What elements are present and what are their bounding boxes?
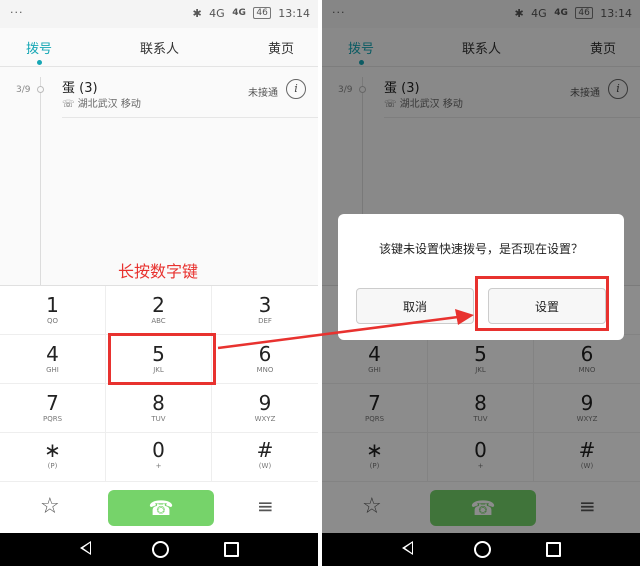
- status-indicators: ✱ 4G 4G 46 13:14: [188, 6, 310, 20]
- key-4[interactable]: 4 GHI: [0, 335, 106, 384]
- key-6[interactable]: 6 MNO: [212, 335, 318, 384]
- highlight-key-5: [108, 333, 216, 385]
- key-digit: 2: [152, 293, 165, 317]
- key-0[interactable]: 0 +: [106, 433, 212, 482]
- key-letters: QO: [46, 317, 59, 325]
- key-digit: 1: [46, 293, 59, 317]
- timeline-node: [37, 86, 44, 93]
- key-letters: +: [155, 462, 162, 470]
- tab-contacts[interactable]: 联系人: [140, 38, 179, 57]
- dialog-message: 该键未设置快速拨号，是否现在设置？: [378, 242, 583, 256]
- key-letters: TUV: [151, 415, 166, 423]
- home-icon[interactable]: [474, 541, 491, 558]
- call-date: 3/9: [16, 85, 31, 95]
- missed-call-icon: ☏: [62, 99, 78, 110]
- signal-icon: 4G: [232, 7, 246, 18]
- key-digit: 4: [46, 342, 59, 366]
- key-digit: 3: [258, 293, 272, 317]
- phone-screen-left: ··· ✱ 4G 4G 46 13:14 拨号 联系人 黄页 3/9 蛋 (3)…: [0, 0, 318, 566]
- key-digit: 8: [152, 391, 165, 415]
- key-digit: 0: [152, 438, 165, 462]
- highlight-set-button: [475, 276, 609, 331]
- key-1[interactable]: 1QO: [0, 286, 106, 335]
- key-digit: 9: [258, 391, 272, 415]
- bluetooth-icon: ✱: [192, 6, 202, 20]
- key-letters: ABC: [151, 317, 166, 325]
- call-log-entry[interactable]: 蛋 (3) ☏ 湖北武汉 移动 未接通 i: [62, 75, 312, 115]
- tab-yellow-pages[interactable]: 黄页: [268, 38, 294, 57]
- menu-icon[interactable]: ≡: [257, 494, 274, 518]
- back-icon[interactable]: [402, 541, 413, 555]
- system-navbar: [322, 533, 640, 566]
- key-7[interactable]: 7 PQRS: [0, 384, 106, 433]
- info-icon[interactable]: i: [286, 79, 306, 99]
- call-button[interactable]: ☎: [108, 490, 214, 526]
- clock: 13:14: [278, 6, 310, 20]
- divider: [62, 117, 318, 118]
- call-log: 3/9 蛋 (3) ☏ 湖北武汉 移动 未接通 i: [0, 67, 318, 285]
- key-8[interactable]: 8 TUV: [106, 384, 212, 433]
- key-digit: #: [256, 438, 274, 462]
- phone-screen-right: ··· ✱ 4G 4G 46 13:14 拨号 联系人 黄页 3/9 蛋 (3)…: [322, 0, 640, 566]
- key-letters: PQRS: [42, 415, 63, 423]
- key-letters: GHI: [46, 366, 59, 374]
- system-navbar: [0, 533, 318, 566]
- caller-location: ☏ 湖北武汉 移动: [62, 95, 141, 110]
- tab-dial-label: 拨号: [26, 42, 53, 57]
- key-letters: DEF: [258, 317, 272, 325]
- cancel-button[interactable]: 取消: [356, 288, 474, 324]
- caller-name: 蛋 (3): [62, 81, 98, 96]
- key-letters: (P): [47, 462, 58, 470]
- annotation-long-press: 长按数字键: [118, 262, 199, 281]
- recent-apps-icon[interactable]: [546, 542, 561, 557]
- key-digit: 7: [46, 391, 59, 415]
- key-star[interactable]: ∗ (P): [0, 433, 106, 482]
- key-2[interactable]: 2ABC: [106, 286, 212, 335]
- battery-icon: 46: [253, 7, 271, 19]
- recent-apps-icon[interactable]: [224, 542, 239, 557]
- key-9[interactable]: 9 WXYZ: [212, 384, 318, 433]
- key-hash[interactable]: # (W): [212, 433, 318, 482]
- favorites-star-icon[interactable]: ☆: [40, 494, 60, 519]
- key-3[interactable]: 3DEF: [212, 286, 318, 335]
- tab-bar: 拨号 联系人 黄页: [0, 28, 318, 67]
- timeline-line: [40, 77, 41, 285]
- key-letters: MNO: [256, 366, 274, 374]
- notification-dots: ···: [10, 6, 24, 19]
- action-bar: ☆ ☎ ≡: [0, 481, 318, 534]
- key-digit: ∗: [44, 438, 61, 462]
- back-icon[interactable]: [80, 541, 91, 555]
- status-bar: ··· ✱ 4G 4G 46 13:14: [0, 0, 318, 28]
- call-status: 未接通: [248, 88, 278, 99]
- active-tab-indicator: [37, 60, 42, 65]
- key-digit: 6: [258, 342, 272, 366]
- key-letters: WXYZ: [254, 415, 276, 423]
- key-letters: (W): [258, 462, 272, 470]
- home-icon[interactable]: [152, 541, 169, 558]
- network-type: 4G: [209, 6, 225, 20]
- caller-location-text: 湖北武汉 移动: [77, 99, 141, 110]
- tab-dial[interactable]: 拨号: [26, 38, 53, 65]
